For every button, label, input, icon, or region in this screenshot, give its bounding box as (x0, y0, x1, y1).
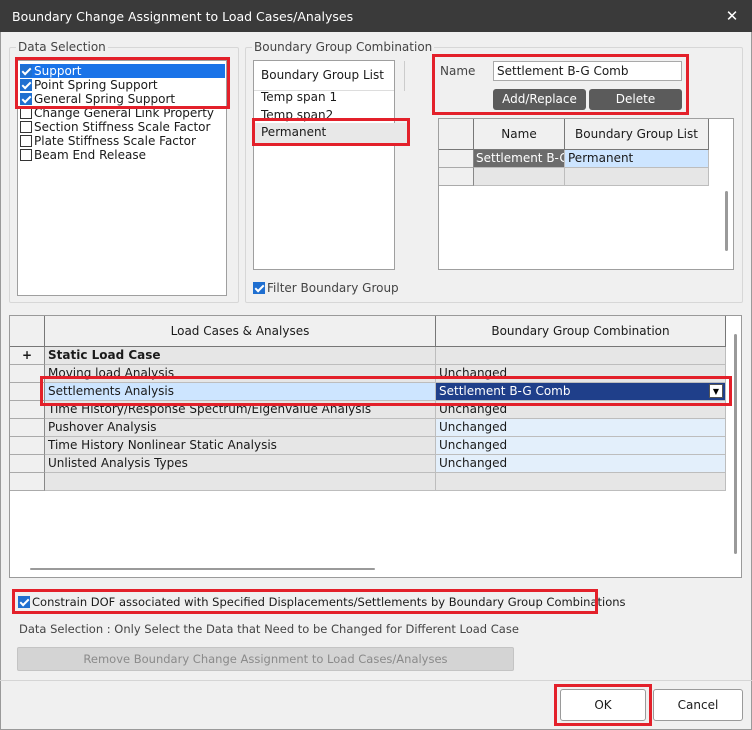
section-stiffness-checkbox[interactable] (20, 121, 32, 133)
col-list-header[interactable]: Boundary Group List (565, 119, 709, 150)
filter-boundary-group[interactable]: Filter Boundary Group (253, 281, 399, 295)
filter-label: Filter Boundary Group (267, 281, 399, 295)
filter-checkbox[interactable] (253, 282, 265, 294)
highlight-box-settlements-row (40, 376, 732, 406)
row-header[interactable] (10, 455, 45, 473)
footer-divider (0, 680, 752, 681)
highlight-box-constrain (12, 589, 598, 614)
grid-cell-case[interactable]: Static Load Case (45, 347, 436, 365)
table-cell-name[interactable]: Settlement B-G Comb (474, 150, 565, 168)
data-selection-legend: Data Selection (16, 40, 108, 54)
grid-cell-case[interactable]: Unlisted Analysis Types (45, 455, 436, 473)
data-item-section-stiffness[interactable]: Section Stiffness Scale Factor (20, 120, 210, 134)
grid-cell-value[interactable]: Unchanged (436, 455, 726, 473)
col-bgc-header[interactable]: Boundary Group Combination (436, 316, 726, 347)
load-cases-grid: Load Cases & Analyses Boundary Group Com… (9, 315, 742, 578)
close-icon[interactable]: ✕ (712, 0, 752, 32)
table-cell-empty[interactable] (474, 168, 565, 186)
highlight-box-ok (554, 684, 652, 726)
row-header[interactable] (10, 473, 45, 491)
table-corner (439, 119, 474, 150)
title-bar: Boundary Change Assignment to Load Cases… (0, 0, 752, 32)
table-cell-empty[interactable] (565, 168, 709, 186)
remove-assignment-button[interactable]: Remove Boundary Change Assignment to Loa… (17, 647, 514, 671)
col-name-header[interactable]: Name (474, 119, 565, 150)
highlight-box-data-selection (15, 57, 230, 109)
row-header[interactable] (439, 150, 474, 168)
cancel-button[interactable]: Cancel (653, 689, 743, 721)
row-header[interactable] (439, 168, 474, 186)
expand-icon[interactable]: + (10, 347, 45, 365)
grid-cell-value[interactable] (436, 347, 726, 365)
horizontal-scrollbar[interactable] (30, 568, 375, 570)
col-load-cases-header[interactable]: Load Cases & Analyses (45, 316, 436, 347)
highlight-box-name (432, 54, 689, 115)
data-item-label: Section Stiffness Scale Factor (34, 120, 211, 134)
grid-cell-empty[interactable] (436, 473, 726, 491)
info-text: Data Selection : Only Select the Data th… (19, 622, 519, 636)
row-header[interactable] (10, 419, 45, 437)
list-item[interactable]: Temp span 1 (261, 89, 337, 106)
data-item-label: Plate Stiffness Scale Factor (34, 134, 196, 148)
boundary-group-list[interactable]: Boundary Group List Temp span 1 Temp spa… (253, 60, 407, 270)
grid-cell-value[interactable]: Unchanged (436, 437, 726, 455)
beam-end-release-checkbox[interactable] (20, 149, 32, 161)
boundary-group-list-title: Boundary Group List (261, 68, 384, 82)
data-item-label: Beam End Release (34, 148, 146, 162)
table-scrollbar[interactable] (725, 191, 728, 251)
grid-cell-empty[interactable] (45, 473, 436, 491)
data-item-plate-stiffness[interactable]: Plate Stiffness Scale Factor (20, 134, 196, 148)
window-title: Boundary Change Assignment to Load Cases… (12, 9, 354, 24)
grid-cell-case[interactable]: Time History Nonlinear Static Analysis (45, 437, 436, 455)
grid-cell-value[interactable]: Unchanged (436, 419, 726, 437)
combination-table: Name Boundary Group List Settlement B-G … (438, 118, 734, 270)
grid-cell-case[interactable]: Pushover Analysis (45, 419, 436, 437)
plate-stiffness-checkbox[interactable] (20, 135, 32, 147)
table-cell-list[interactable]: Permanent (565, 150, 709, 168)
row-header[interactable] (10, 437, 45, 455)
grid-corner (10, 316, 45, 347)
data-item-beam-end-release[interactable]: Beam End Release (20, 148, 146, 162)
vertical-scrollbar[interactable] (734, 334, 737, 554)
boundary-group-list-header: Boundary Group List (254, 61, 405, 91)
highlight-box-permanent (252, 118, 410, 146)
bgc-legend: Boundary Group Combination (252, 40, 435, 54)
